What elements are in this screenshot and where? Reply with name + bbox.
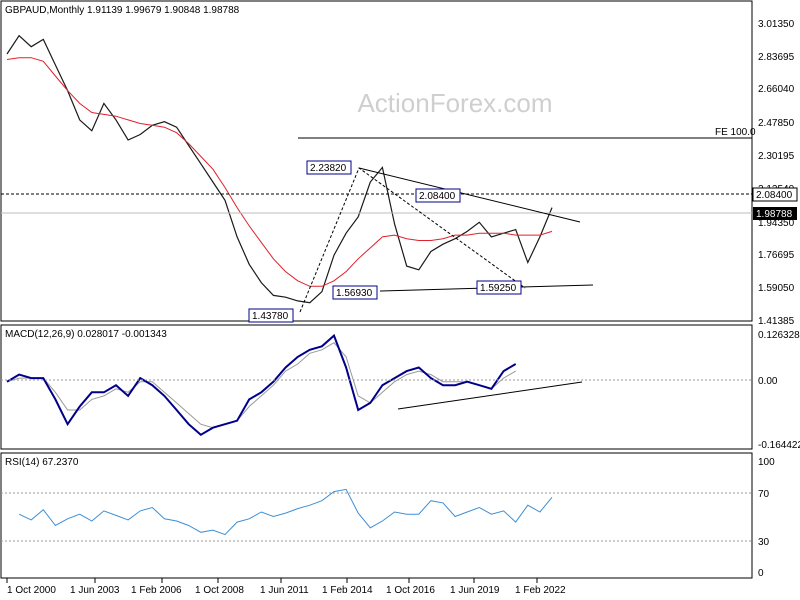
svg-text:1.98788: 1.98788 — [756, 209, 793, 220]
x-tick-label: 1 Jun 2019 — [450, 585, 500, 596]
svg-text:2.08400: 2.08400 — [419, 191, 456, 202]
macd-panel-title: MACD(12,26,9) 0.028017 -0.001343 — [5, 329, 167, 340]
svg-text:1.43780: 1.43780 — [252, 311, 289, 322]
price-panel — [0, 0, 753, 322]
price-y-tick: 2.83695 — [758, 52, 795, 63]
price-y-tick: 1.41385 — [758, 316, 795, 327]
price-y-tick: 2.47850 — [758, 118, 795, 129]
svg-text:1.59250: 1.59250 — [480, 283, 517, 294]
current-price-box: 1.98788 — [753, 207, 797, 220]
x-tick-label: 1 Oct 2000 — [7, 585, 56, 596]
rsi-y-tick: 0 — [758, 568, 764, 579]
pivot-label-2.08400: 2.08400 — [415, 188, 461, 203]
x-tick-label: 1 Feb 2006 — [131, 585, 182, 596]
rsi-panel — [0, 452, 753, 579]
pivot-label-2.23820: 2.23820 — [306, 160, 352, 175]
rsi-y-tick: 70 — [758, 489, 770, 500]
rsi-panel-title: RSI(14) 67.2370 — [5, 457, 79, 468]
rsi-y-tick: 30 — [758, 537, 770, 548]
macd-y-axis: 0.126328 0.00 -0.164422 — [758, 330, 800, 451]
x-tick-label: 1 Jun 2011 — [260, 585, 309, 596]
x-tick-label: 1 Oct 2016 — [386, 585, 435, 596]
price-y-tick: 2.66040 — [758, 84, 795, 95]
price-y-tick: 2.30195 — [758, 151, 795, 162]
svg-text:1.56930: 1.56930 — [336, 288, 373, 299]
macd-y-tick: 0.126328 — [758, 330, 800, 341]
svg-text:2.23820: 2.23820 — [310, 163, 347, 174]
pivot-label-1.56930: 1.56930 — [332, 285, 378, 300]
price-y-tick: 1.76695 — [758, 250, 795, 261]
rsi-y-axis: 100 70 30 0 — [758, 457, 775, 579]
x-tick-label: 1 Jun 2003 — [70, 585, 120, 596]
x-tick-label: 1 Feb 2022 — [515, 585, 566, 596]
svg-text:2.08400: 2.08400 — [756, 190, 793, 201]
macd-y-tick: 0.00 — [758, 376, 778, 387]
x-tick-label: 1 Oct 2008 — [195, 585, 244, 596]
price-y-tick: 3.01350 — [758, 19, 795, 30]
watermark: ActionForex.com — [357, 88, 552, 118]
pivot-label-1.43780: 1.43780 — [248, 308, 294, 323]
x-axis: 1 Oct 2000 1 Jun 2003 1 Feb 2006 1 Oct 2… — [6, 578, 566, 596]
gbpaud-chart: ActionForex.com GBPAUD,Monthly 1.91139 1… — [0, 0, 800, 596]
price-y-tick: 1.59050 — [758, 283, 795, 294]
price-y-axis: 3.01350 2.83695 2.66040 2.47850 2.30195 … — [758, 19, 795, 327]
price-panel-title: GBPAUD,Monthly 1.91139 1.99679 1.90848 1… — [5, 5, 240, 16]
x-tick-label: 1 Feb 2014 — [322, 585, 373, 596]
rsi-y-tick: 100 — [758, 457, 775, 468]
level-price-box: 2.08400 — [752, 187, 798, 202]
pivot-label-1.59250: 1.59250 — [476, 280, 522, 295]
fe-100-label: FE 100.0 — [715, 127, 756, 138]
macd-y-tick: -0.164422 — [758, 440, 800, 451]
